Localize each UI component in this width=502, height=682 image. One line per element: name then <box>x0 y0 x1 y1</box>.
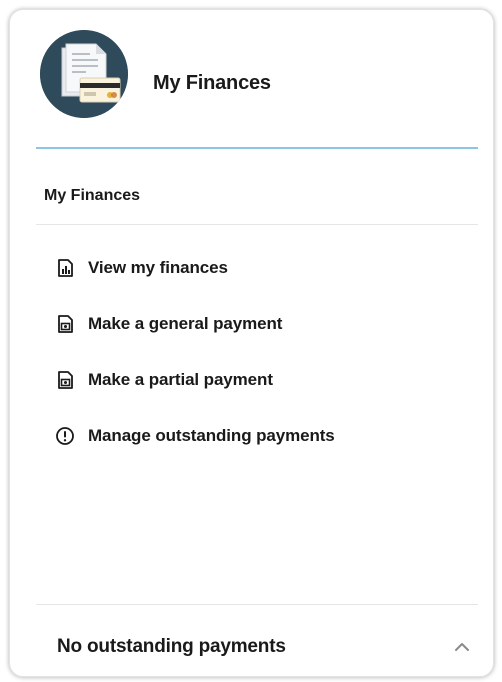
finances-card: My Finances My Finances View my finances <box>9 9 494 677</box>
payment-document-icon <box>54 313 76 335</box>
invoice-card-icon <box>40 30 128 118</box>
menu-item-general-payment[interactable]: Make a general payment <box>44 296 474 352</box>
menu-item-label: Make a partial payment <box>88 370 273 389</box>
footer-divider <box>36 604 478 605</box>
finance-menu: View my finances Make a general payment <box>44 240 474 464</box>
menu-item-view-finances[interactable]: View my finances <box>44 240 474 296</box>
card-header: My Finances <box>10 10 495 150</box>
menu-item-label: View my finances <box>88 258 228 277</box>
alert-circle-icon <box>54 425 76 447</box>
page-title: My Finances <box>153 72 271 94</box>
outstanding-payments-toggle[interactable]: No outstanding payments <box>10 610 495 670</box>
chevron-up-icon[interactable] <box>451 636 473 658</box>
header-divider <box>36 147 478 149</box>
outstanding-payments-label: No outstanding payments <box>57 636 286 657</box>
menu-item-outstanding-payments[interactable]: Manage outstanding payments <box>44 408 474 464</box>
menu-item-label: Make a general payment <box>88 314 283 333</box>
section-divider <box>36 224 478 225</box>
page: My Finances My Finances View my finances <box>0 0 502 682</box>
report-chart-icon <box>54 257 76 279</box>
menu-item-label: Manage outstanding payments <box>88 426 335 445</box>
section-title: My Finances <box>44 187 141 204</box>
menu-item-partial-payment[interactable]: Make a partial payment <box>44 352 474 408</box>
payment-document-icon <box>54 369 76 391</box>
